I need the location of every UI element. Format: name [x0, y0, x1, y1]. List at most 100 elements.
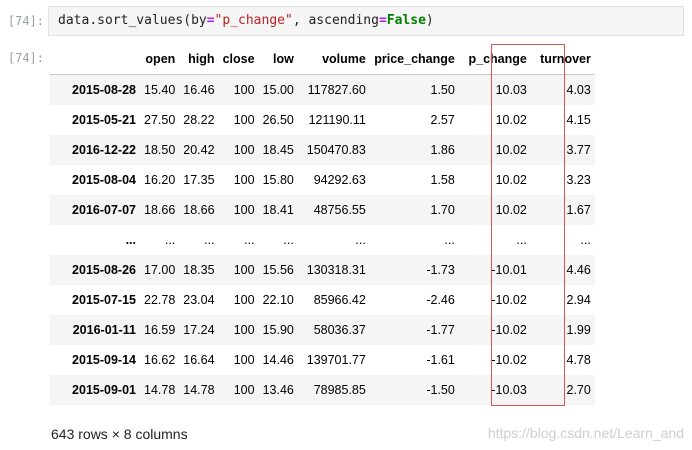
- table-cell: 139701.77: [306, 353, 366, 367]
- column-header: high: [179, 44, 219, 75]
- column-header: low: [258, 44, 298, 75]
- table-cell: 22.10: [262, 293, 294, 307]
- table-cell: 18.50: [144, 143, 176, 157]
- code-arg2-name: ascending: [308, 13, 379, 28]
- table-cell: 17.24: [183, 323, 215, 337]
- table-cell: 1.67: [566, 203, 591, 217]
- code-close-paren: ): [425, 13, 434, 28]
- table-cell: -10.02: [491, 353, 527, 367]
- table-cell: 1.50: [430, 83, 455, 97]
- table-cell: 27.50: [144, 113, 176, 127]
- table-cell: 100: [233, 293, 255, 307]
- table-cell: 3.77: [566, 143, 591, 157]
- table-cell: 48756.55: [313, 203, 366, 217]
- table-cell: 18.45: [262, 143, 294, 157]
- table-cell: ...: [204, 233, 215, 247]
- table-cell: 18.35: [183, 263, 215, 277]
- row-index: 2015-08-26: [72, 263, 136, 277]
- table-cell: 13.46: [262, 383, 294, 397]
- table-row: 2015-09-14 16.62 16.64 100 14.46 139701.77 -1.…: [50, 345, 595, 375]
- table-row: 2015-08-04 16.20 17.35 100 15.80 94292.63 1.58…: [50, 165, 595, 195]
- watermark-text: https://blog.csdn.net/Learn_and: [487, 425, 684, 441]
- output-prompt: [74]:: [7, 51, 44, 65]
- table-row: 2015-09-01 14.78 14.78 100 13.46 78985.85 -1.5…: [50, 375, 595, 405]
- table-cell: 16.62: [144, 353, 176, 367]
- column-header: p_change: [458, 44, 531, 75]
- table-cell: 10.02: [495, 173, 527, 187]
- table-row: 2016-01-11 16.59 17.24 100 15.90 58036.37 -1.7…: [50, 315, 595, 345]
- index-header: [50, 44, 140, 75]
- table-cell: 78985.85: [313, 383, 366, 397]
- table-cell: ...: [580, 233, 591, 247]
- table-cell: 117827.60: [307, 83, 366, 97]
- table-cell: ...: [444, 233, 455, 247]
- table-cell: 17.00: [144, 263, 176, 277]
- table-cell: 23.04: [183, 293, 215, 307]
- table-cell: 85966.42: [313, 293, 366, 307]
- table-cell: 100: [233, 383, 255, 397]
- table-cell: ...: [516, 233, 527, 247]
- table-cell: 1.58: [430, 173, 455, 187]
- table-cell: -1.61: [426, 353, 455, 367]
- table-cell: 4.15: [566, 113, 591, 127]
- column-header: close: [218, 44, 259, 75]
- table-cell: 14.78: [144, 383, 176, 397]
- table-cell: 10.02: [495, 203, 527, 217]
- table-cell: 20.42: [183, 143, 215, 157]
- code-method: sort_values: [97, 13, 184, 28]
- table-cell: -1.50: [426, 383, 455, 397]
- table-row: 2015-07-15 22.78 23.04 100 22.10 85966.42 -2.4…: [50, 285, 595, 315]
- table-header-row: open high close low volume price_change …: [50, 44, 595, 75]
- code-dot: .: [89, 13, 98, 28]
- dataframe-table: open high close low volume price_change …: [50, 44, 595, 405]
- row-index: 2015-08-04: [72, 173, 136, 187]
- table-cell: -10.02: [491, 293, 527, 307]
- row-index: 2016-01-11: [72, 323, 136, 337]
- table-cell: ...: [164, 233, 176, 247]
- row-index: ...: [125, 233, 136, 247]
- table-cell: 16.64: [183, 353, 215, 367]
- table-cell: 4.78: [566, 353, 591, 367]
- table-cell: -1.73: [426, 263, 455, 277]
- table-cell: 10.02: [495, 143, 527, 157]
- code-eq2: =: [378, 13, 387, 28]
- table-cell: 18.66: [183, 203, 215, 217]
- table-row: 2016-12-22 18.50 20.42 100 18.45 150470.83 1.8…: [50, 135, 595, 165]
- table-cell: 100: [233, 143, 255, 157]
- row-index: 2016-12-22: [72, 143, 136, 157]
- input-prompt: [74]:: [7, 14, 44, 28]
- table-cell: ...: [283, 233, 294, 247]
- table-cell: 58036.37: [313, 323, 366, 337]
- code-arg1-value: "p_change": [214, 13, 293, 28]
- code-arg2-value: False: [386, 13, 426, 28]
- table-row-ellipsis: ...........................: [50, 225, 595, 255]
- row-index: 2015-09-01: [72, 383, 136, 397]
- table-cell: 15.80: [262, 173, 294, 187]
- code-open-paren: (: [183, 13, 192, 28]
- table-cell: 18.66: [144, 203, 176, 217]
- table-cell: -10.01: [491, 263, 527, 277]
- column-header: turnover: [530, 44, 595, 75]
- table-cell: 14.46: [262, 353, 294, 367]
- table-cell: -1.77: [426, 323, 455, 337]
- table-cell: 2.94: [566, 293, 591, 307]
- table-cell: ...: [244, 233, 255, 247]
- column-header: volume: [297, 44, 370, 75]
- table-cell: -2.46: [426, 293, 455, 307]
- table-cell: 4.03: [566, 83, 591, 97]
- code-eq1: =: [206, 13, 215, 28]
- table-cell: 10.03: [495, 83, 527, 97]
- code-arg1-name: by: [191, 13, 207, 28]
- table-cell: 100: [233, 173, 255, 187]
- table-cell: 1.99: [566, 323, 591, 337]
- table-row: 2015-08-26 17.00 18.35 100 15.56 130318.31 -1.…: [50, 255, 595, 285]
- table-cell: -10.03: [491, 383, 527, 397]
- table-cell: 100: [233, 353, 255, 367]
- code-cell[interactable]: data.sort_values(by="p_change", ascendin…: [48, 6, 684, 36]
- table-cell: 2.70: [566, 383, 591, 397]
- table-cell: 15.40: [144, 83, 176, 97]
- table-row: 2015-05-21 27.50 28.22 100 26.50 121190.11 2.5…: [50, 105, 595, 135]
- table-cell: 18.41: [262, 203, 294, 217]
- row-index: 2015-08-28: [72, 83, 136, 97]
- table-cell: 100: [233, 83, 255, 97]
